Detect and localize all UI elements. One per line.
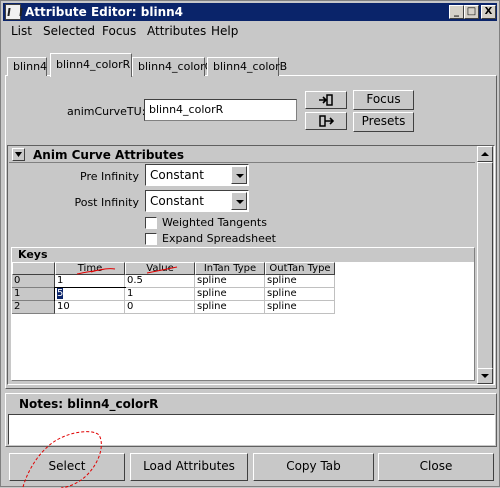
- scroll-up-arrow-icon[interactable]: [477, 146, 493, 162]
- attribute-editor-window: Attribute Editor: blinn4 _ □ X List Sele…: [0, 0, 500, 488]
- presets-button[interactable]: Presets: [353, 112, 414, 132]
- tab-blinn4-colorR[interactable]: blinn4_colorR: [50, 53, 132, 77]
- dropdown-arrow-icon[interactable]: [231, 192, 247, 210]
- cell-outtan[interactable]: spline: [265, 275, 335, 288]
- menu-list[interactable]: List: [11, 24, 32, 38]
- scroll-thumb[interactable]: [477, 162, 493, 370]
- row-index[interactable]: 2: [12, 301, 55, 314]
- input-connection-button[interactable]: [305, 91, 347, 109]
- weighted-tangents-checkbox[interactable]: [145, 217, 157, 229]
- expand-spreadsheet-label[interactable]: Expand Spreadsheet: [162, 232, 276, 245]
- menu-focus[interactable]: Focus: [102, 24, 136, 38]
- window-title: Attribute Editor: blinn4: [25, 5, 184, 19]
- column-header-intan[interactable]: InTan Type: [195, 262, 265, 275]
- node-name-field[interactable]: blinn4_colorR: [144, 99, 297, 121]
- load-attributes-button[interactable]: Load Attributes: [130, 453, 248, 481]
- expand-spreadsheet-checkbox[interactable]: [145, 233, 157, 245]
- output-connection-button[interactable]: [305, 112, 347, 130]
- keys-title: Keys: [12, 248, 474, 262]
- select-button[interactable]: Select: [9, 453, 125, 481]
- column-header-value[interactable]: Value: [125, 262, 195, 275]
- focus-button[interactable]: Focus: [353, 90, 414, 110]
- dropdown-arrow-icon[interactable]: [231, 166, 247, 184]
- weighted-tangents-label[interactable]: Weighted Tangents: [162, 216, 267, 229]
- copy-tab-button[interactable]: Copy Tab: [253, 453, 374, 481]
- maximize-button[interactable]: □: [464, 5, 479, 19]
- cell-time-selected[interactable]: 5: [54, 287, 126, 302]
- post-infinity-label: Post Infinity: [74, 196, 139, 209]
- anim-curve-section-header[interactable]: Anim Curve Attributes: [9, 147, 475, 163]
- scroll-down-arrow-icon[interactable]: [477, 368, 493, 384]
- tab-blinn4-colorB[interactable]: blinn4_colorB: [207, 57, 287, 76]
- pre-infinity-select[interactable]: Constant: [145, 164, 249, 186]
- vertical-scrollbar[interactable]: [477, 146, 493, 384]
- row-index[interactable]: 0: [12, 275, 55, 288]
- cell-time[interactable]: 1: [55, 275, 125, 288]
- post-infinity-select[interactable]: Constant: [145, 190, 249, 212]
- cell-value[interactable]: 1: [125, 288, 195, 301]
- row-index[interactable]: 1: [12, 288, 55, 301]
- menu-attributes[interactable]: Attributes: [147, 24, 206, 38]
- cell-value[interactable]: 0.5: [125, 275, 195, 288]
- pre-infinity-label: Pre Infinity: [80, 170, 139, 183]
- close-button[interactable]: Close: [378, 453, 494, 481]
- cell-intan[interactable]: spline: [195, 288, 265, 301]
- cell-time[interactable]: 10: [55, 301, 125, 314]
- minimize-button[interactable]: _: [449, 5, 464, 19]
- close-window-button[interactable]: X: [481, 5, 496, 19]
- cell-intan[interactable]: spline: [195, 275, 265, 288]
- cell-outtan[interactable]: spline: [265, 288, 335, 301]
- column-header-time[interactable]: Time: [55, 262, 125, 275]
- cell-value[interactable]: 0: [125, 301, 195, 314]
- section-title: Anim Curve Attributes: [33, 148, 184, 162]
- selected-cell-text[interactable]: 5: [57, 288, 64, 299]
- maya-app-icon[interactable]: [5, 4, 21, 20]
- tab-blinn4[interactable]: blinn4: [7, 57, 47, 76]
- post-infinity-value: Constant: [150, 194, 204, 208]
- input-connection-icon: [319, 94, 333, 106]
- grid-corner: [12, 262, 55, 275]
- cell-outtan[interactable]: spline: [265, 301, 335, 314]
- menu-selected[interactable]: Selected: [43, 24, 95, 38]
- output-connection-icon: [319, 115, 334, 127]
- cell-intan[interactable]: spline: [195, 301, 265, 314]
- tab-blinn4-colorG[interactable]: blinn4_colorG: [132, 57, 213, 76]
- notes-textarea[interactable]: [8, 414, 495, 445]
- collapse-triangle-icon[interactable]: [12, 148, 25, 161]
- title-bar[interactable]: Attribute Editor: blinn4 _ □ X: [3, 3, 497, 21]
- menu-bar: List Selected Focus Attributes Help: [3, 22, 497, 40]
- node-type-label: animCurveTU:: [67, 105, 146, 118]
- column-header-outtan[interactable]: OutTan Type: [265, 262, 335, 275]
- menu-help[interactable]: Help: [211, 24, 238, 38]
- pre-infinity-value: Constant: [150, 168, 204, 182]
- notes-title: Notes: blinn4_colorR: [19, 397, 159, 411]
